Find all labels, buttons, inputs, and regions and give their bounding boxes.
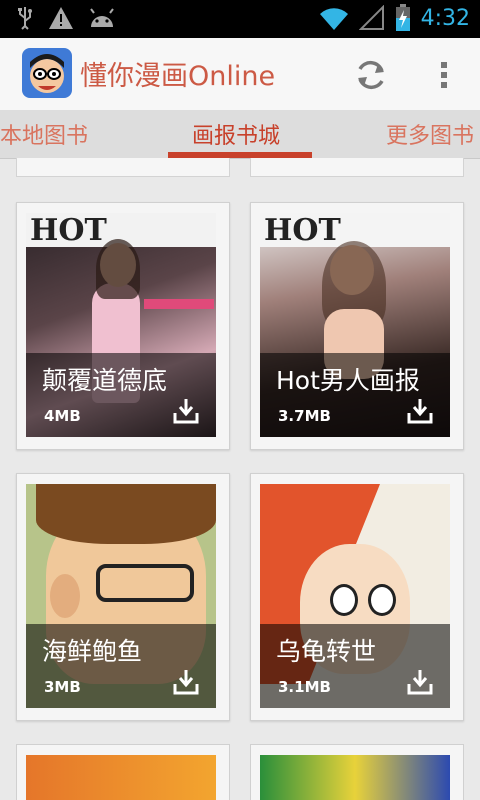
overflow-menu-icon[interactable] (432, 56, 456, 94)
download-icon[interactable] (172, 397, 200, 425)
partial-card (16, 158, 230, 177)
tab-local-books[interactable]: 本地图书 (0, 118, 88, 150)
action-bar: 懂你漫画Online (0, 38, 480, 111)
book-size: 3.1MB (278, 678, 331, 696)
book-title: 颠覆道德底 (42, 366, 168, 395)
book-cover[interactable]: 乌龟转世 3.1MB (260, 484, 450, 708)
book-size: 3MB (44, 678, 81, 696)
download-icon[interactable] (406, 668, 434, 696)
book-cover[interactable]: HOT Hot男人画报 3.7MB (260, 213, 450, 437)
battery-charging-icon (395, 4, 410, 31)
status-time: 4:32 (420, 5, 470, 31)
tab-magazine-store[interactable]: 画报书城 (192, 118, 280, 150)
book-grid[interactable]: HOT 颠覆道德底 4MB HOT Hot男人画报 3.7MB 海鲜鲍鱼 3MB… (0, 158, 480, 800)
usb-icon (18, 7, 32, 30)
book-cover[interactable] (260, 755, 450, 800)
warning-icon (49, 7, 73, 29)
book-cover[interactable] (26, 755, 216, 800)
book-cover[interactable]: 海鲜鲍鱼 3MB (26, 484, 216, 708)
status-bar: 4:32 (0, 0, 480, 38)
book-card[interactable]: 海鲜鲍鱼 3MB (16, 473, 230, 721)
book-card[interactable]: HOT 颠覆道德底 4MB (16, 202, 230, 450)
book-card[interactable] (16, 744, 230, 800)
partial-card (250, 158, 464, 177)
book-size: 3.7MB (278, 407, 331, 425)
cover-caption: 乌龟转世 3.1MB (260, 624, 450, 708)
book-card[interactable]: 乌龟转世 3.1MB (250, 473, 464, 721)
book-cover[interactable]: HOT 颠覆道德底 4MB (26, 213, 216, 437)
cover-caption: 颠覆道德底 4MB (26, 353, 216, 437)
cover-caption: Hot男人画报 3.7MB (260, 353, 450, 437)
book-card[interactable] (250, 744, 464, 800)
app-logo-icon[interactable] (22, 48, 72, 98)
download-icon[interactable] (406, 397, 434, 425)
book-title: 乌龟转世 (276, 637, 377, 666)
book-title: 海鲜鲍鱼 (42, 637, 143, 666)
android-icon (90, 8, 114, 27)
cover-caption: 海鲜鲍鱼 3MB (26, 624, 216, 708)
app-title: 懂你漫画Online (80, 61, 276, 92)
book-title: Hot男人画报 (276, 366, 420, 395)
book-card[interactable]: HOT Hot男人画报 3.7MB (250, 202, 464, 450)
wifi-icon (319, 8, 348, 31)
refresh-icon[interactable] (352, 56, 390, 94)
download-icon[interactable] (172, 668, 200, 696)
book-size: 4MB (44, 407, 81, 425)
tab-more-books[interactable]: 更多图书 (386, 118, 474, 150)
signal-icon (358, 5, 384, 30)
